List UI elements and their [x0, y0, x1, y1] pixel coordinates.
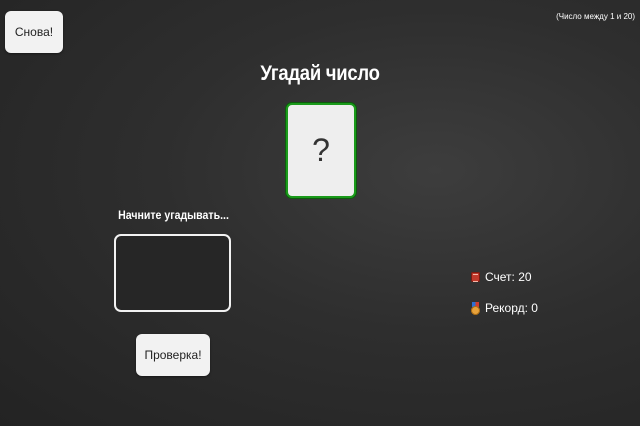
guess-input[interactable]	[114, 234, 231, 312]
status-message: Начните угадывать...	[118, 208, 229, 222]
medal-icon	[470, 302, 481, 315]
secret-number: ?	[312, 132, 330, 168]
again-button[interactable]: Снова!	[5, 11, 63, 53]
record-display: Рекорд: 0	[470, 301, 538, 315]
score-display: Счет: 20	[470, 270, 532, 284]
secret-number-box: ?	[286, 103, 356, 198]
score-label: Счет: 20	[485, 270, 532, 284]
score-icon	[470, 271, 481, 283]
page-title: Угадай число	[260, 62, 380, 85]
range-hint: (Число между 1 и 20)	[556, 12, 635, 21]
record-label: Рекорд: 0	[485, 301, 538, 315]
check-button[interactable]: Проверка!	[136, 334, 210, 376]
